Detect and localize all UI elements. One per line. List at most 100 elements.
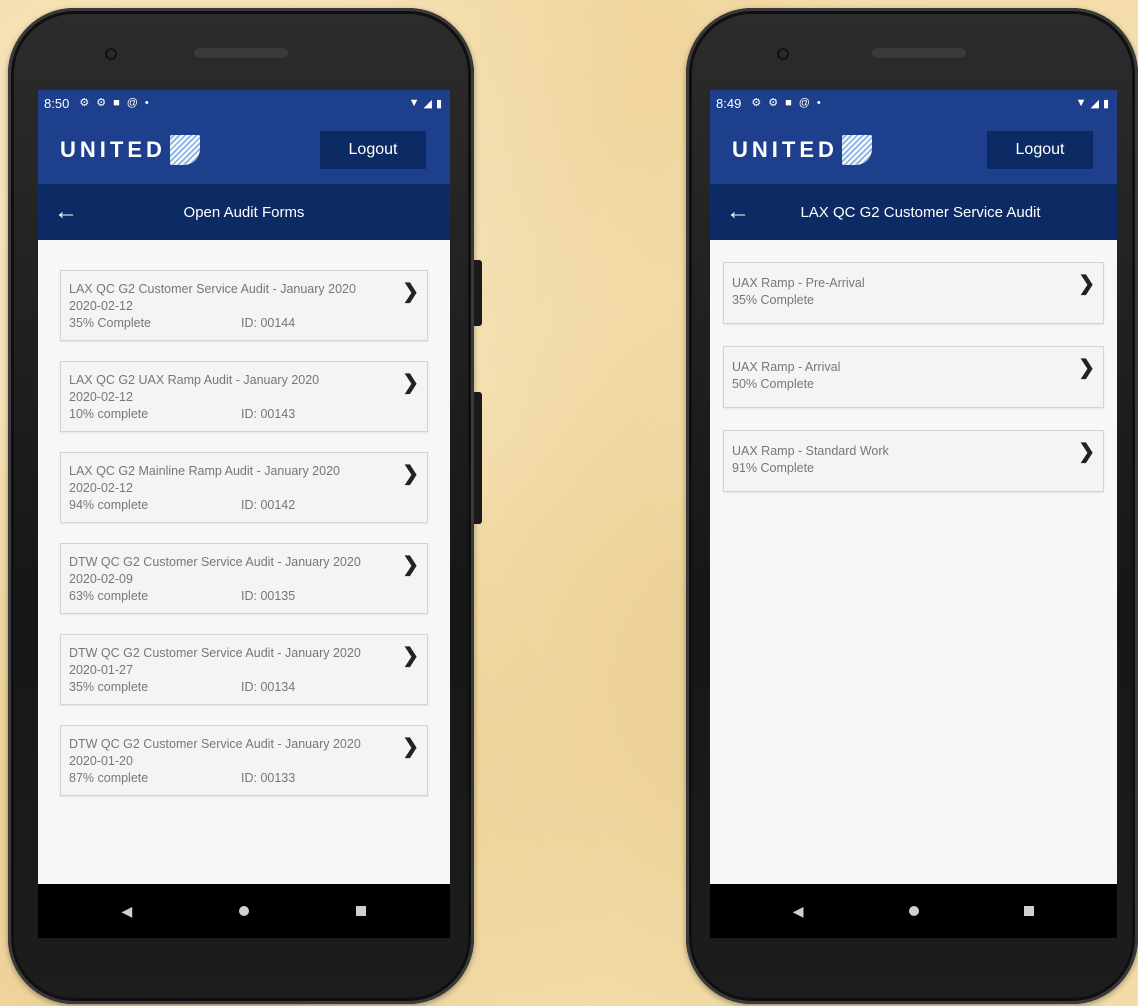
audit-form-card[interactable]: DTW QC G2 Customer Service Audit - Janua… [60,725,428,796]
form-date: 2020-02-12 [69,390,133,404]
form-date: 2020-01-27 [69,663,133,677]
section-progress: 50% Complete [732,377,814,391]
audit-form-card[interactable]: LAX QC G2 Customer Service Audit - Janua… [60,270,428,341]
chevron-right-icon: ❯ [402,463,419,485]
nav-recents-icon[interactable] [356,906,367,916]
system-icons: ▼ ◢ ▮ [1076,97,1109,110]
chevron-right-icon: ❯ [402,736,419,758]
audit-form-list: LAX QC G2 Customer Service Audit - Janua… [38,240,450,796]
gear-icon: ⚙ [79,96,90,109]
android-nav-bar: ◀ [38,884,450,938]
chevron-right-icon: ❯ [1078,357,1095,379]
status-time: 8:49 [716,95,742,111]
nav-back-icon[interactable]: ◀ [793,903,804,920]
chevron-right-icon: ❯ [1078,273,1095,295]
chevron-right-icon: ❯ [402,281,419,303]
brand-wordmark: UNITED [60,137,166,162]
phone-open-audit-forms: 8:50 ⚙ ⚙ ■ @ • ▼ ◢ ▮ UNITED Logout ← Ope… [8,8,482,1004]
gear-icon: ⚙ [751,96,762,109]
audit-form-card[interactable]: DTW QC G2 Customer Service Audit - Janua… [60,634,428,705]
earpiece-speaker [194,48,288,58]
form-progress: 94% complete [69,498,149,512]
form-progress: 10% complete [69,407,149,421]
status-bar: 8:50 ⚙ ⚙ ■ @ • ▼ ◢ ▮ [38,90,450,116]
form-date: 2020-02-09 [69,572,133,586]
signal-icon: ◢ [423,97,432,110]
united-logo: UNITED [732,135,872,165]
square-icon: ■ [113,96,120,109]
globe-icon [841,135,872,165]
at-icon: @ [798,96,810,109]
app-header: UNITED Logout [38,116,450,184]
form-id: ID: 00133 [241,771,296,785]
chevron-right-icon: ❯ [402,372,419,394]
form-id: ID: 00142 [241,498,296,512]
form-title: DTW QC G2 Customer Service Audit - Janua… [69,646,361,660]
form-title: LAX QC G2 Customer Service Audit - Janua… [69,282,356,296]
screen: 8:50 ⚙ ⚙ ■ @ • ▼ ◢ ▮ UNITED Logout ← Ope… [38,90,450,884]
form-progress: 35% Complete [69,316,151,330]
nav-home-icon[interactable] [908,906,919,916]
chevron-right-icon: ❯ [1078,441,1095,463]
sub-header: ← Open Audit Forms [38,184,450,240]
status-bar: 8:49 ⚙ ⚙ ■ @ • ▼ ◢ ▮ [710,90,1117,116]
audit-form-card[interactable]: LAX QC G2 UAX Ramp Audit - January 2020 … [60,361,428,432]
section-title: UAX Ramp - Arrival [732,360,841,374]
form-progress: 63% complete [69,589,149,603]
nav-back-icon[interactable]: ◀ [122,903,133,920]
form-date: 2020-02-12 [69,299,133,313]
globe-icon [169,135,200,165]
gear-icon: ⚙ [96,96,107,109]
audit-section-list: UAX Ramp - Pre-Arrival 35% Complete ❯ UA… [710,240,1117,492]
brand-wordmark: UNITED [732,137,838,162]
wifi-icon: ▼ [408,97,420,109]
form-title: DTW QC G2 Customer Service Audit - Janua… [69,737,361,751]
power-button [474,392,482,524]
form-title: LAX QC G2 Mainline Ramp Audit - January … [69,464,340,478]
app-header: UNITED Logout [710,116,1117,184]
form-id: ID: 00144 [241,316,296,330]
android-nav-bar: ◀ [710,884,1117,938]
form-progress: 35% complete [69,680,149,694]
wifi-icon: ▼ [1075,97,1087,109]
dot-icon: • [816,96,821,109]
arrow-left-icon[interactable]: ← [726,200,750,224]
sub-header: ← LAX QC G2 Customer Service Audit [710,184,1117,240]
audit-section-card[interactable]: UAX Ramp - Pre-Arrival 35% Complete ❯ [723,262,1104,324]
audit-form-card[interactable]: LAX QC G2 Mainline Ramp Audit - January … [60,452,428,523]
form-date: 2020-02-12 [69,481,133,495]
earpiece-speaker [872,48,966,58]
screen: 8:49 ⚙ ⚙ ■ @ • ▼ ◢ ▮ UNITED Logout ← LAX… [710,90,1117,884]
section-progress: 35% Complete [732,293,814,307]
logout-button[interactable]: Logout [320,131,426,169]
section-title: UAX Ramp - Pre-Arrival [732,276,865,290]
chevron-right-icon: ❯ [402,645,419,667]
form-date: 2020-01-20 [69,754,133,768]
volume-button [474,260,482,326]
audit-form-card[interactable]: DTW QC G2 Customer Service Audit - Janua… [60,543,428,614]
dot-icon: • [144,96,149,109]
audit-section-card[interactable]: UAX Ramp - Standard Work 91% Complete ❯ [723,430,1104,492]
form-id: ID: 00134 [241,680,296,694]
front-camera [105,48,117,60]
system-icons: ▼ ◢ ▮ [409,97,442,110]
page-title: Open Audit Forms [183,203,305,221]
nav-home-icon[interactable] [239,906,250,916]
status-time: 8:50 [44,95,70,111]
at-icon: @ [126,96,138,109]
arrow-left-icon[interactable]: ← [54,200,78,224]
form-id: ID: 00143 [241,407,296,421]
audit-section-card[interactable]: UAX Ramp - Arrival 50% Complete ❯ [723,346,1104,408]
nav-recents-icon[interactable] [1024,906,1035,916]
battery-icon: ▮ [435,97,442,110]
notification-icons: ⚙ ⚙ ■ @ • [79,96,149,109]
logout-button[interactable]: Logout [987,131,1093,169]
united-logo: UNITED [60,135,200,165]
section-title: UAX Ramp - Standard Work [732,444,889,458]
square-icon: ■ [785,96,792,109]
gear-icon: ⚙ [768,96,779,109]
front-camera [777,48,789,60]
chevron-right-icon: ❯ [402,554,419,576]
signal-icon: ◢ [1090,97,1099,110]
form-progress: 87% complete [69,771,149,785]
